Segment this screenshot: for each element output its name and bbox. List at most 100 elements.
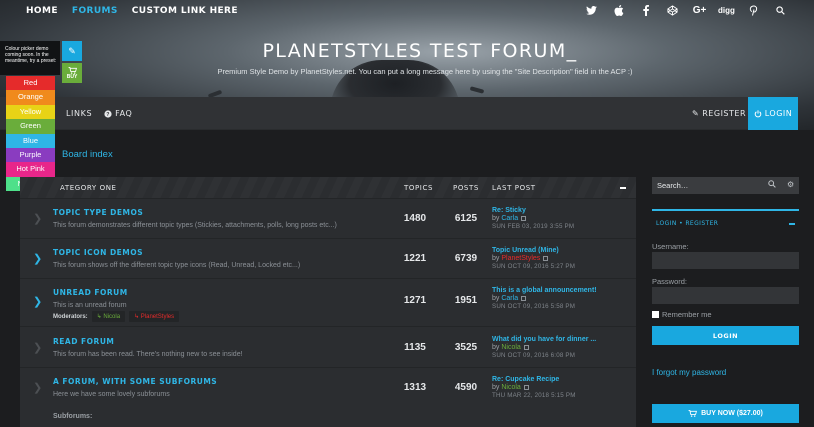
forum-title[interactable]: READ FORUM: [53, 337, 114, 346]
collapse-icon[interactable]: [789, 223, 795, 225]
site-title: PLANETSTYLES TEST FORUM_: [262, 40, 578, 62]
nav-home[interactable]: HOME: [26, 6, 58, 16]
last-post-title[interactable]: Topic Unread (Mine): [492, 247, 575, 254]
forum-title[interactable]: TOPIC TYPE DEMOS: [53, 208, 143, 217]
cart-icon: [688, 410, 698, 417]
login-submit-button[interactable]: LOGIN: [652, 326, 799, 345]
password-field[interactable]: [652, 287, 799, 304]
preset-hot-pink[interactable]: Hot Pink: [6, 162, 55, 177]
last-post-author[interactable]: Nicola: [501, 344, 520, 351]
category-title[interactable]: ATEGORY ONE: [60, 184, 117, 192]
last-post-date: THU MAR 22, 2018 5:15 PM: [492, 392, 576, 399]
last-post-title[interactable]: This is a global announcement!: [492, 287, 597, 294]
digg-icon[interactable]: digg: [713, 3, 740, 17]
search-icon[interactable]: [768, 180, 776, 190]
view-latest-icon[interactable]: [543, 255, 549, 261]
search-icon[interactable]: [767, 3, 794, 17]
view-latest-icon[interactable]: [523, 344, 529, 350]
codepen-icon[interactable]: [659, 3, 686, 17]
post-count: 6739: [454, 253, 478, 264]
chevron-right-icon: ❯: [33, 296, 43, 308]
user-icon: ↳: [134, 314, 141, 320]
register-tab[interactable]: REGISTER: [685, 220, 718, 227]
username-field[interactable]: [652, 252, 799, 269]
faq-link[interactable]: ? FAQ: [104, 109, 132, 118]
google-plus-icon[interactable]: G+: [686, 3, 713, 17]
pen-button[interactable]: ✎: [62, 41, 82, 61]
preset-orange[interactable]: Orange: [6, 90, 55, 105]
edit-icon: ✎: [692, 109, 700, 118]
moderator-badge[interactable]: ↳ Nicola: [91, 311, 126, 322]
post-count: 1951: [454, 295, 478, 306]
last-post-author[interactable]: PlanetStyles: [501, 255, 540, 262]
remember-checkbox[interactable]: [652, 311, 659, 318]
forum-title[interactable]: TOPIC ICON DEMOS: [53, 248, 143, 257]
social-links: G+ digg: [578, 3, 794, 17]
by-label: by: [492, 295, 500, 302]
register-link[interactable]: ✎ REGISTER: [692, 109, 746, 118]
view-latest-icon[interactable]: [521, 215, 527, 221]
last-post-author[interactable]: Carla: [501, 295, 518, 302]
login-panel-header: LOGIN • REGISTER: [652, 211, 799, 231]
colour-picker-note: Colour picker demo coming soon. In the m…: [0, 41, 60, 75]
question-icon: ?: [104, 109, 112, 117]
remember-label: Remember me: [662, 310, 712, 319]
preset-blue[interactable]: Blue: [6, 133, 55, 148]
subforums-label: Subforums:: [53, 413, 93, 420]
last-post-title[interactable]: What did you have for dinner ...: [492, 336, 596, 343]
search-input[interactable]: [652, 177, 762, 194]
colour-presets: Red Orange Yellow Green Blue Purple Hot …: [6, 76, 55, 192]
faq-label: FAQ: [115, 109, 133, 118]
topic-count: 1271: [403, 295, 427, 306]
nav-custom-link[interactable]: CUSTOM LINK HERE: [132, 6, 238, 16]
login-tab[interactable]: LOGIN: [656, 220, 677, 227]
view-latest-icon[interactable]: [521, 295, 527, 301]
last-post-title[interactable]: Re: Cupcake Recipe: [492, 376, 576, 383]
register-label: REGISTER: [702, 109, 746, 118]
login-panel-title: LOGIN • REGISTER: [656, 220, 718, 227]
navbar-links: LINKS ? FAQ: [66, 109, 132, 118]
nav-forums[interactable]: FORUMS: [72, 6, 118, 16]
forum-row: ❯ READ FORUM This forum has been read. T…: [20, 328, 636, 368]
links-menu[interactable]: LINKS: [66, 109, 92, 118]
preset-yellow[interactable]: Yellow: [6, 104, 55, 120]
chevron-right-icon: ❯: [33, 382, 43, 394]
col-posts: POSTS: [453, 184, 479, 192]
title-separator: •: [679, 220, 684, 227]
breadcrumb[interactable]: Board index: [62, 149, 113, 160]
preset-purple[interactable]: Purple: [6, 147, 55, 163]
buy-now-button[interactable]: BUY NOW ($27.00): [652, 404, 799, 423]
breadcrumb-board-index[interactable]: Board index: [62, 149, 113, 160]
last-post-title[interactable]: Re: Sticky: [492, 207, 574, 214]
forum-row: ❯ TOPIC TYPE DEMOS This forum demonstrat…: [20, 199, 636, 239]
view-latest-icon[interactable]: [523, 384, 529, 390]
post-count: 3525: [454, 342, 478, 353]
buy-button[interactable]: BUY: [62, 63, 82, 83]
forum-list: ATEGORY ONE TOPICS POSTS LAST POST ❯ TOP…: [20, 177, 636, 427]
forum-title[interactable]: A FORUM, WITH SOME SUBFORUMS: [53, 377, 217, 386]
moderator-badge[interactable]: ↳ PlanetStyles: [129, 311, 180, 322]
moderator-name: Nicola: [103, 314, 121, 320]
gear-icon[interactable]: ⚙: [787, 180, 794, 189]
svg-text:?: ?: [106, 111, 109, 117]
main-navbar: LINKS ? FAQ ✎ REGISTER LOGIN: [0, 97, 798, 130]
login-panel: LOGIN • REGISTER Username: Password: Rem…: [652, 209, 799, 427]
login-button[interactable]: LOGIN: [748, 97, 798, 130]
pinterest-icon[interactable]: [740, 3, 767, 17]
forgot-password-link[interactable]: I forgot my password: [652, 368, 726, 377]
forum-title[interactable]: UNREAD FORUM: [53, 288, 128, 297]
last-post-date: SUN OCT 09, 2016 5:27 PM: [492, 263, 576, 270]
chevron-right-icon: ❯: [33, 213, 43, 225]
preset-green[interactable]: Green: [6, 119, 55, 134]
pen-icon: ✎: [68, 45, 76, 56]
last-post: Re: Cupcake Recipe by Nicola THU MAR 22,…: [492, 376, 576, 399]
chevron-right-icon: ❯: [33, 253, 43, 265]
last-post-author[interactable]: Carla: [501, 215, 518, 222]
apple-icon[interactable]: [605, 3, 632, 17]
facebook-icon[interactable]: [632, 3, 659, 17]
last-post-author[interactable]: Nicola: [501, 384, 520, 391]
last-post-date: SUN OCT 09, 2016 6:08 PM: [492, 352, 576, 359]
twitter-icon[interactable]: [578, 3, 605, 17]
collapse-icon[interactable]: [620, 187, 626, 189]
preset-red[interactable]: Red: [6, 76, 55, 91]
